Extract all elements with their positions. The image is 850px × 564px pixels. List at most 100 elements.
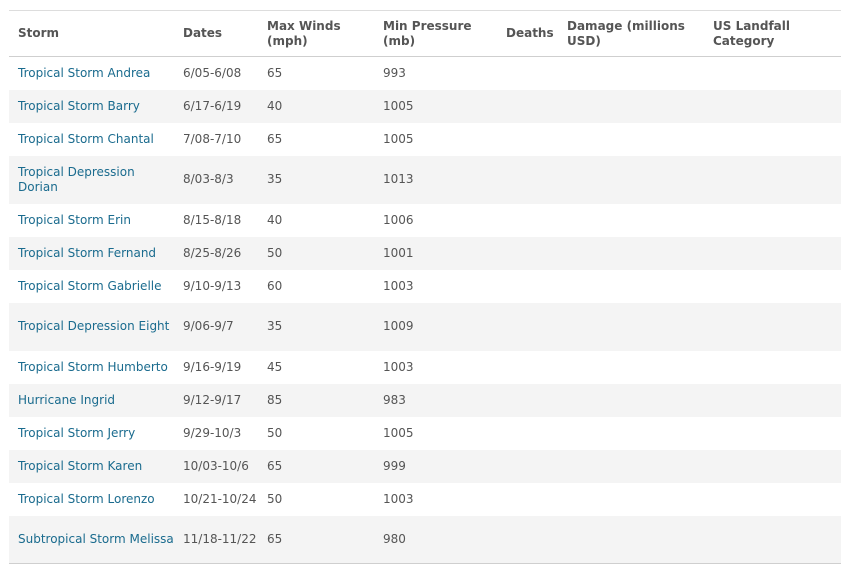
cell-max-winds: 50 [267, 245, 283, 260]
cell-landfall-category [704, 417, 841, 450]
cell-deaths [497, 384, 558, 417]
cell-damage [558, 57, 704, 90]
cell-dates: 10/21-10/24 [183, 491, 257, 506]
cell-damage [558, 270, 704, 303]
cell-max-winds: 65 [267, 531, 283, 546]
cell-deaths [497, 516, 558, 564]
storm-name-link[interactable]: Tropical Storm Chantal [18, 132, 154, 146]
storm-name-link[interactable]: Tropical Depression Eight [18, 319, 169, 333]
table-row: Tropical Storm Barry 6/17-6/19 40 1005 [9, 89, 841, 123]
cell-dates: 8/25-8/26 [183, 245, 242, 260]
cell-min-pressure: 1003 [383, 278, 414, 293]
storm-name-link[interactable]: Hurricane Ingrid [18, 393, 115, 407]
cell-deaths [497, 270, 558, 303]
storm-name-link[interactable]: Tropical Storm Barry [18, 99, 140, 113]
cell-max-winds: 35 [267, 172, 283, 186]
cell-min-pressure: 983 [383, 392, 406, 407]
storm-name-link[interactable]: Subtropical Storm Melissa [18, 532, 174, 546]
header-dates: Dates [183, 26, 223, 40]
cell-min-pressure: 980 [383, 531, 406, 546]
cell-damage [558, 351, 704, 384]
cell-max-winds: 85 [267, 392, 283, 407]
cell-min-pressure: 1005 [383, 98, 414, 113]
storm-name-link[interactable]: Tropical Depression Dorian [18, 165, 135, 194]
table-header-row: Storm Dates Max Winds (mph) Min Pressure… [9, 10, 841, 57]
storm-name-link[interactable]: Tropical Storm Humberto [18, 360, 168, 374]
cell-max-winds: 65 [267, 458, 283, 473]
cell-min-pressure: 1006 [383, 212, 414, 227]
cell-landfall-category [704, 237, 841, 270]
cell-min-pressure: 1003 [383, 359, 414, 374]
table-row: Tropical Storm Gabrielle 9/10-9/13 60 1003 [9, 270, 841, 303]
cell-storm: Tropical Storm Chantal [9, 123, 174, 156]
cell-dates: 9/06-9/7 [183, 319, 234, 333]
cell-deaths [497, 123, 558, 156]
cell-landfall-category [704, 156, 841, 204]
cell-deaths [497, 90, 558, 123]
cell-deaths [497, 57, 558, 90]
cell-deaths [497, 351, 558, 384]
header-storm: Storm [18, 26, 60, 40]
cell-max-winds: 40 [267, 98, 283, 113]
cell-landfall-category [704, 57, 841, 90]
header-deaths: Deaths [506, 26, 554, 40]
storm-name-link[interactable]: Tropical Storm Gabrielle [18, 279, 162, 293]
cell-storm: Tropical Storm Karen [9, 450, 174, 483]
table-row: Tropical Storm Humberto 9/16-9/19 45 1003 [9, 351, 841, 384]
storm-name-link[interactable]: Tropical Storm Karen [18, 459, 142, 473]
cell-storm: Tropical Storm Humberto [9, 351, 174, 384]
cell-storm: Tropical Storm Andrea [9, 57, 174, 90]
storm-name-link[interactable]: Tropical Storm Jerry [18, 426, 135, 440]
cell-damage [558, 417, 704, 450]
storm-name-link[interactable]: Tropical Storm Fernand [18, 246, 156, 260]
cell-storm: Tropical Storm Erin [9, 204, 174, 237]
cell-max-winds: 50 [267, 491, 283, 506]
cell-landfall-category [704, 483, 841, 516]
cell-min-pressure: 993 [383, 65, 406, 80]
cell-storm: Tropical Depression Eight [9, 303, 174, 351]
cell-dates: 11/18-11/22 [183, 531, 257, 546]
storm-name-link[interactable]: Tropical Storm Lorenzo [18, 492, 155, 506]
header-damage: Damage (millions USD) [567, 18, 685, 48]
cell-landfall-category [704, 204, 841, 237]
cell-landfall-category [704, 123, 841, 156]
cell-damage [558, 516, 704, 564]
table-row: Tropical Storm Jerry 9/29-10/3 50 1005 [9, 417, 841, 450]
cell-dates: 7/08-7/10 [183, 131, 242, 146]
header-landfall-category: US Landfall Category [713, 18, 790, 48]
header-max-winds: Max Winds (mph) [267, 18, 341, 48]
cell-landfall-category [704, 90, 841, 123]
table-row: Tropical Storm Fernand 8/25-8/26 50 1001 [9, 236, 841, 270]
cell-dates: 8/15-8/18 [183, 212, 242, 227]
cell-min-pressure: 1009 [383, 319, 414, 333]
cell-min-pressure: 1001 [383, 245, 414, 260]
cell-min-pressure: 1005 [383, 425, 414, 440]
cell-max-winds: 50 [267, 425, 283, 440]
cell-deaths [497, 237, 558, 270]
cell-dates: 6/05-6/08 [183, 65, 242, 80]
cell-max-winds: 35 [267, 319, 283, 333]
cell-landfall-category [704, 516, 841, 564]
cell-max-winds: 65 [267, 65, 283, 80]
table-row: Tropical Storm Lorenzo 10/21-10/24 50 1003 [9, 483, 841, 516]
cell-landfall-category [704, 450, 841, 483]
storm-table-container: Storm Dates Max Winds (mph) Min Pressure… [9, 10, 841, 564]
cell-damage [558, 450, 704, 483]
cell-dates: 9/29-10/3 [183, 425, 242, 440]
cell-deaths [497, 483, 558, 516]
cell-max-winds: 65 [267, 131, 283, 146]
cell-dates: 9/10-9/13 [183, 278, 242, 293]
cell-damage [558, 303, 704, 351]
table-row: Tropical Depression Eight 9/06-9/7 35 1009 [9, 302, 841, 351]
cell-landfall-category [704, 270, 841, 303]
storm-name-link[interactable]: Tropical Storm Andrea [18, 66, 150, 80]
table-body: Tropical Storm Andrea 6/05-6/08 65 993 Tropi… [9, 57, 841, 564]
cell-deaths [497, 417, 558, 450]
cell-deaths [497, 450, 558, 483]
cell-damage [558, 384, 704, 417]
cell-deaths [497, 303, 558, 351]
cell-min-pressure: 1005 [383, 131, 414, 146]
cell-damage [558, 123, 704, 156]
cell-storm: Subtropical Storm Melissa [9, 516, 174, 564]
storm-name-link[interactable]: Tropical Storm Erin [18, 213, 131, 227]
